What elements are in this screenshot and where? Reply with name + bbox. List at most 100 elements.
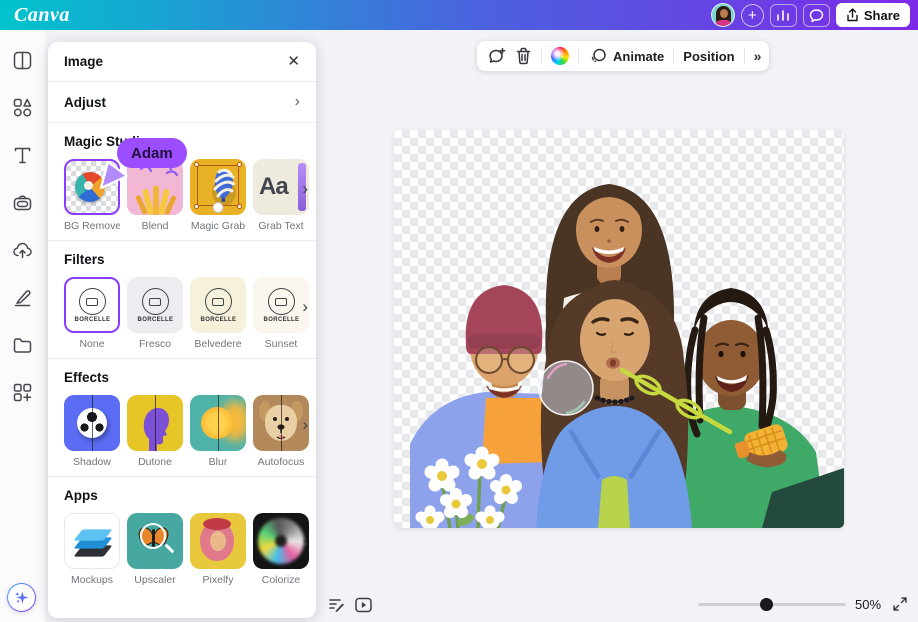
filter-none-thumb: BORCELLE	[64, 277, 120, 333]
effect-dutone[interactable]: Dutone	[127, 395, 183, 468]
tool-grab-text[interactable]: Aa Grab Text	[253, 159, 309, 232]
sidebar-item-projects[interactable]	[12, 335, 33, 356]
app-colorize-thumb	[253, 513, 309, 569]
avatar-shirt	[715, 20, 732, 27]
tool-bg-remover[interactable]: BG Remover	[64, 159, 120, 232]
avatar-face	[720, 9, 728, 18]
bar-chart-icon	[776, 8, 790, 22]
animate-icon	[588, 47, 607, 65]
filter-none[interactable]: BORCELLE None	[64, 277, 120, 350]
toolbar-divider	[541, 48, 542, 64]
trash-icon	[515, 47, 532, 65]
text-icon	[12, 145, 33, 166]
chevron-right-icon: ›	[295, 94, 300, 110]
share-label: Share	[864, 8, 900, 23]
ai-assistant-button[interactable]	[7, 583, 36, 612]
more-options-button[interactable]: »	[754, 48, 760, 64]
top-bar: Canva + Share	[0, 0, 918, 30]
close-icon[interactable]: ✕	[287, 54, 300, 69]
avatar[interactable]	[711, 3, 735, 27]
section-magic-studio: Magic Studio BG Remover	[48, 123, 316, 241]
toolbar-divider	[578, 48, 579, 64]
scroll-right-icon[interactable]: ›	[302, 534, 308, 551]
scroll-right-icon[interactable]: ›	[302, 416, 308, 433]
section-filters: Filters BORCELLE None BORCELLE Fresco	[48, 241, 316, 359]
filter-fresco-thumb: BORCELLE	[127, 277, 183, 333]
zoom-level: 50%	[855, 597, 881, 612]
filter-fresco[interactable]: BORCELLE Fresco	[127, 277, 183, 350]
filter-belvedere[interactable]: BORCELLE Belvedere	[190, 277, 246, 350]
tool-blend[interactable]: Blend	[127, 159, 183, 232]
image-panel: Image ✕ Adjust › Magic Studio BG Remover	[48, 42, 316, 618]
grab-hand-icon	[213, 202, 224, 213]
insights-button[interactable]	[770, 4, 797, 27]
fullscreen-button[interactable]	[892, 596, 908, 617]
effect-shadow-thumb	[64, 395, 120, 451]
uploads-icon	[12, 240, 33, 261]
present-button[interactable]	[354, 596, 373, 619]
panel-header: Image ✕	[48, 42, 316, 82]
upload-icon	[846, 8, 859, 22]
sidebar-item-uploads[interactable]	[12, 240, 33, 261]
chat-bubble-icon	[809, 8, 824, 23]
presentation-play-icon	[354, 596, 373, 614]
notes-icon	[328, 597, 345, 614]
sidebar-item-design[interactable]	[12, 50, 33, 71]
add-comment-button[interactable]	[487, 47, 506, 66]
filter-sunset-thumb: BORCELLE	[253, 277, 309, 333]
sidebar-item-apps[interactable]	[12, 382, 33, 403]
app-upscaler-thumb	[127, 513, 183, 569]
delete-button[interactable]	[515, 47, 532, 65]
zoom-slider[interactable]	[698, 598, 846, 611]
brand-icon	[12, 192, 33, 213]
sidebar-item-brand[interactable]	[12, 192, 33, 213]
share-button[interactable]: Share	[836, 3, 910, 27]
canva-logo[interactable]: Canva	[14, 4, 70, 27]
scroll-right-icon[interactable]: ›	[302, 298, 308, 315]
left-sidebar	[0, 30, 45, 622]
soap-bubble	[539, 361, 593, 415]
filter-belvedere-thumb: BORCELLE	[190, 277, 246, 333]
selection-toolbar: Animate Position »	[477, 41, 769, 71]
comments-button[interactable]	[803, 4, 830, 27]
app-mockups-thumb	[64, 513, 120, 569]
blend-thumb	[127, 159, 183, 215]
effect-shadow[interactable]: Shadow	[64, 395, 120, 468]
app-colorize[interactable]: Colorize	[253, 513, 309, 586]
color-wheel-icon[interactable]	[551, 47, 569, 65]
ai-sparkle-icon	[13, 589, 30, 606]
effect-dutone-thumb	[127, 395, 183, 451]
design-canvas[interactable]	[394, 130, 844, 528]
sidebar-item-text[interactable]	[12, 145, 33, 166]
effect-blur-thumb	[190, 395, 246, 451]
effect-autofocus[interactable]: Autofocus	[253, 395, 309, 468]
photo-four-friends	[394, 130, 844, 528]
toolbar-divider	[744, 48, 745, 64]
adjust-row[interactable]: Adjust ›	[48, 82, 316, 123]
scroll-right-icon[interactable]: ›	[302, 180, 308, 197]
apps-icon	[12, 382, 33, 403]
bg-remover-thumb	[64, 159, 120, 215]
draw-icon	[12, 287, 33, 308]
position-button[interactable]: Position	[683, 49, 734, 64]
tool-magic-grab[interactable]: Magic Grab	[190, 159, 246, 232]
toolbar-divider	[673, 48, 674, 64]
app-mockups[interactable]: Mockups	[64, 513, 120, 586]
sidebar-item-elements[interactable]	[12, 97, 33, 118]
expand-icon	[892, 596, 908, 612]
animate-button[interactable]: Animate	[588, 47, 664, 65]
app-upscaler[interactable]: Upscaler	[127, 513, 183, 586]
grab-text-thumb: Aa	[253, 159, 309, 215]
app-pixelfy[interactable]: Pixelfy	[190, 513, 246, 586]
filter-sunset[interactable]: BORCELLE Sunset	[253, 277, 309, 350]
zoom-slider-thumb[interactable]	[760, 598, 773, 611]
add-member-button[interactable]: +	[741, 4, 764, 27]
comment-add-icon	[487, 47, 506, 66]
projects-icon	[12, 335, 33, 356]
effect-blur[interactable]: Blur	[190, 395, 246, 468]
panel-title: Image	[64, 54, 103, 69]
sidebar-item-draw[interactable]	[12, 287, 33, 308]
app-pixelfy-thumb	[190, 513, 246, 569]
notes-button[interactable]	[328, 597, 345, 619]
effect-autofocus-thumb	[253, 395, 309, 451]
